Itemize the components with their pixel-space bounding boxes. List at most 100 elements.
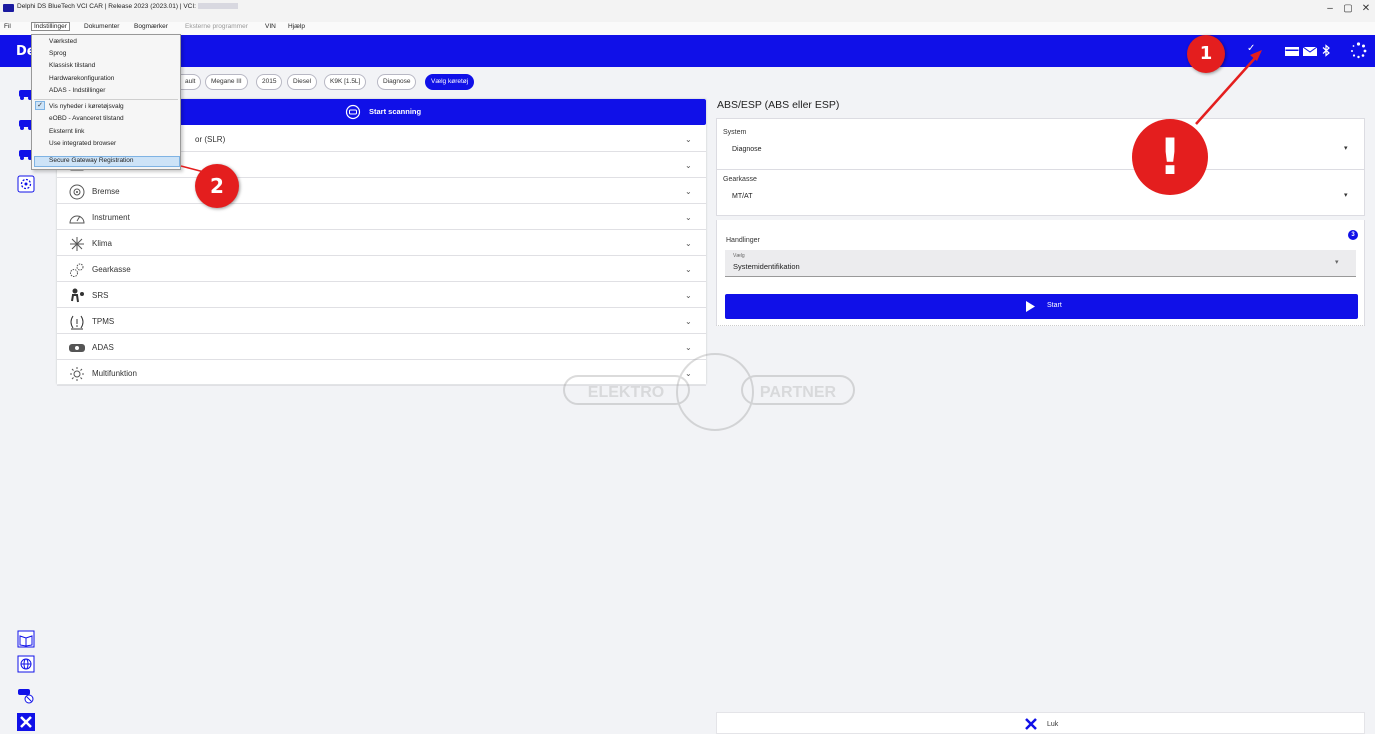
menu-item-eksternt-link[interactable]: Eksternt link xyxy=(49,128,84,135)
vehicle-off-icon[interactable] xyxy=(17,686,35,704)
menu-dokumenter[interactable]: Dokumenter xyxy=(84,23,119,30)
actions-label: Handlinger xyxy=(726,237,760,244)
system-row[interactable]: Bremse ⌄ xyxy=(57,179,706,204)
action-select-label: Vælg xyxy=(733,253,745,259)
mail-icon[interactable] xyxy=(1303,47,1317,56)
bluetooth-icon[interactable] xyxy=(1321,44,1331,57)
app-icon xyxy=(3,4,14,12)
chip-model[interactable]: Megane III xyxy=(205,74,248,90)
system-label: Multifunktion xyxy=(92,369,137,378)
chevron-down-icon: ⌄ xyxy=(685,135,692,144)
menu-item-vaerksted[interactable]: Værksted xyxy=(49,38,77,45)
web-icon[interactable] xyxy=(17,655,35,673)
chevron-down-icon: ⌄ xyxy=(685,161,692,170)
action-select[interactable]: Vælg Systemidentifikation ▾ xyxy=(725,250,1356,277)
close-icon xyxy=(1025,718,1037,730)
menu-item-klassisk[interactable]: Klassisk tilstand xyxy=(49,62,95,69)
app-header: De ✓ xyxy=(0,35,1375,67)
system-row[interactable]: TPMS ⌄ xyxy=(57,309,706,334)
start-label: Start xyxy=(1047,302,1062,309)
brake-icon xyxy=(69,184,85,200)
start-scanning-label: Start scanning xyxy=(369,107,422,116)
watermark-left-text: ELEKTRO xyxy=(588,384,664,401)
menu-item-integrated-browser[interactable]: Use integrated browser xyxy=(49,140,116,147)
field-divider xyxy=(717,169,1364,170)
menu-eksterne-programmer[interactable]: Eksterne programmer xyxy=(185,23,248,30)
system-row[interactable]: Klima ⌄ xyxy=(57,231,706,256)
gearbox-field-value[interactable]: MT/AT xyxy=(732,193,752,200)
chevron-down-icon: ⌄ xyxy=(685,187,692,196)
actions-count-badge: 3 xyxy=(1348,230,1358,240)
menu-hjaelp[interactable]: Hjælp xyxy=(288,23,305,30)
system-row[interactable]: SRS ⌄ xyxy=(57,283,706,308)
system-label: SRS xyxy=(92,291,109,300)
menu-vin[interactable]: VIN xyxy=(265,23,276,30)
system-label: TPMS xyxy=(92,317,115,326)
menu-fil[interactable]: Fil xyxy=(4,23,11,30)
menu-separator xyxy=(34,99,178,100)
chip-select-vehicle[interactable]: Vælg køretøj xyxy=(425,74,475,90)
menu-item-secure-gateway[interactable]: Secure Gateway Registration xyxy=(49,157,134,164)
system-label: ADAS xyxy=(92,343,114,352)
start-button[interactable]: Start xyxy=(725,294,1358,319)
menu-item-adas-settings[interactable]: ADAS - Indstillinger xyxy=(49,87,105,94)
caret-down-icon[interactable]: ▾ xyxy=(1344,144,1348,152)
system-label: Bremse xyxy=(92,187,120,196)
exit-icon[interactable] xyxy=(17,713,35,731)
status-check-icon: ✓ xyxy=(1247,43,1256,54)
alert-icon: ! xyxy=(1132,119,1208,195)
scan-system-icon[interactable] xyxy=(17,175,35,193)
chip-make[interactable]: ault xyxy=(180,74,202,90)
title-bar: Delphi DS BlueTech VCI CAR | Release 202… xyxy=(0,0,1375,22)
system-label: Klima xyxy=(92,239,113,248)
multifunction-icon xyxy=(70,367,84,381)
menu-bogmaerker[interactable]: Bogmærker xyxy=(134,23,168,30)
vci-card-icon[interactable] xyxy=(1285,47,1299,56)
chip-year[interactable]: 2015 xyxy=(256,74,283,90)
module-settings-box: System Diagnose ▾ Gearkasse MT/AT ▾ xyxy=(716,118,1365,216)
loading-spinner-icon xyxy=(1351,42,1367,59)
maximize-button[interactable]: ▢ xyxy=(1341,3,1355,14)
menu-bar: Fil Indstillinger Dokumenter Bogmærker E… xyxy=(0,22,1375,35)
chevron-down-icon: ⌄ xyxy=(685,317,692,326)
menu-item-sprog[interactable]: Sprog xyxy=(49,50,66,57)
chevron-down-icon: ⌄ xyxy=(685,265,692,274)
system-label: Gearkasse xyxy=(92,265,131,274)
caret-down-icon[interactable]: ▾ xyxy=(1344,191,1348,199)
module-title: ABS/ESP (ABS eller ESP) xyxy=(717,99,840,111)
system-row[interactable]: Instrument ⌄ xyxy=(57,205,706,230)
callout-1: 1 xyxy=(1187,35,1225,73)
system-field-value[interactable]: Diagnose xyxy=(732,146,762,153)
play-icon xyxy=(1026,301,1035,312)
checkmark-icon: ✓ xyxy=(35,101,45,110)
system-row[interactable]: Gearkasse ⌄ xyxy=(57,257,706,282)
caret-down-icon: ▾ xyxy=(1335,259,1339,266)
tire-icon xyxy=(70,315,84,330)
menu-item-eobd[interactable]: eOBD - Avanceret tilstand xyxy=(49,115,124,122)
menu-indstillinger[interactable]: Indstillinger xyxy=(31,22,70,31)
gears-icon xyxy=(70,263,84,277)
close-window-button[interactable]: ✕ xyxy=(1359,3,1373,14)
close-label: Luk xyxy=(1047,721,1059,728)
instrument-icon xyxy=(69,215,85,224)
scan-icon xyxy=(345,104,361,120)
chip-diagnose[interactable]: Diagnose xyxy=(377,74,417,90)
minimize-button[interactable]: – xyxy=(1323,3,1337,14)
chip-fuel[interactable]: Diesel xyxy=(287,74,318,90)
chevron-down-icon: ⌄ xyxy=(685,239,692,248)
snowflake-icon xyxy=(70,237,84,251)
manual-icon[interactable] xyxy=(17,630,35,648)
window-title: Delphi DS BlueTech VCI CAR | Release 202… xyxy=(17,3,238,10)
adas-icon xyxy=(69,344,85,352)
menu-item-hardware[interactable]: Hardwarekonfiguration xyxy=(49,75,114,82)
gearbox-field-label: Gearkasse xyxy=(723,176,757,183)
action-select-value: Systemidentifikation xyxy=(733,262,800,271)
chevron-down-icon: ⌄ xyxy=(685,213,692,222)
close-panel-button[interactable]: Luk xyxy=(716,712,1365,734)
chip-engine[interactable]: K9K [1.5L] xyxy=(324,74,367,90)
airbag-icon xyxy=(71,288,84,303)
system-field-label: System xyxy=(723,129,747,136)
system-label: Instrument xyxy=(92,213,130,222)
elektro-partner-watermark: ELEKTRO PARTNER xyxy=(563,353,855,431)
menu-item-vis-nyheder[interactable]: Vis nyheder i køretøjsvalg xyxy=(49,103,124,110)
